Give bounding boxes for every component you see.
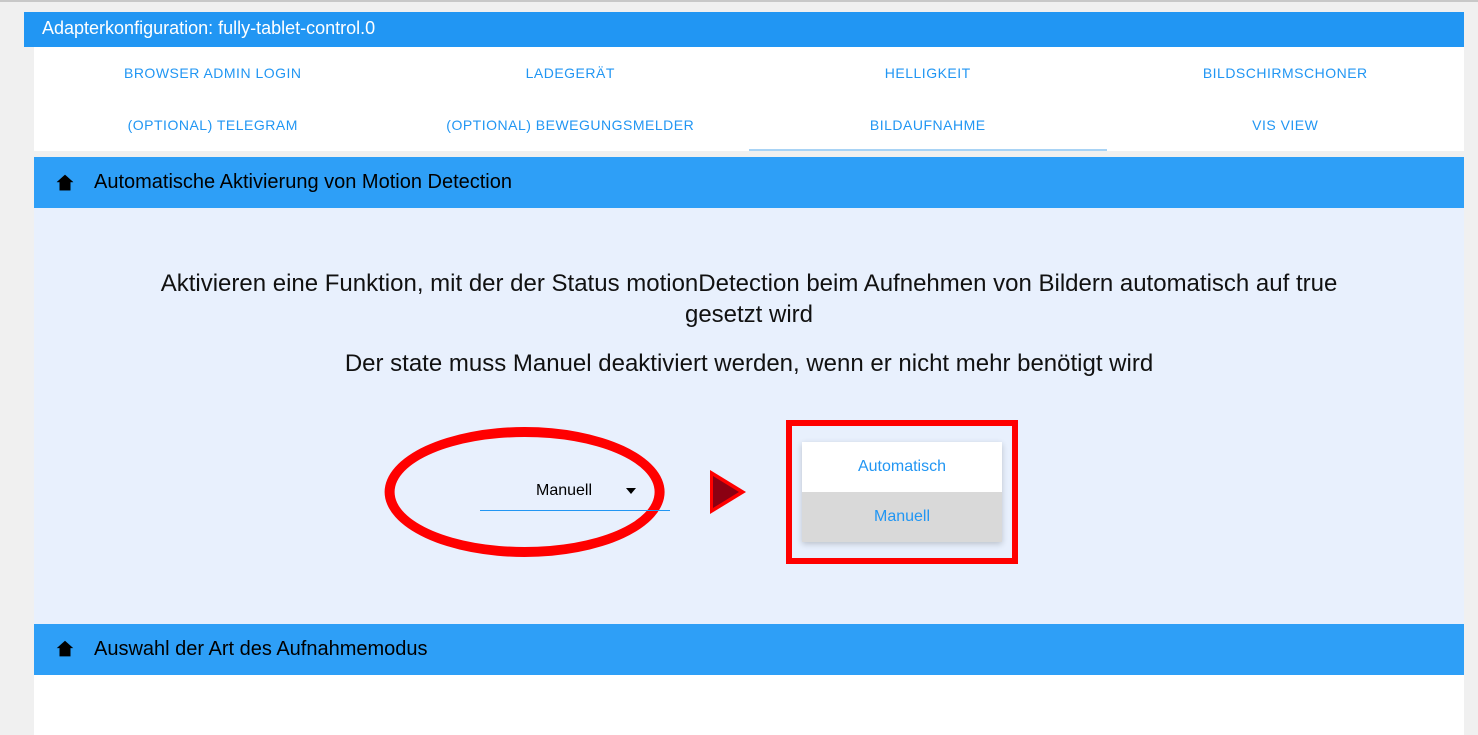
home-icon — [54, 172, 76, 194]
mode-select-value: Manuell — [536, 482, 592, 499]
section-body-motion: Aktivieren eine Funktion, mit der der St… — [34, 208, 1464, 624]
section-title-aufnahmemodus: Auswahl der Art des Aufnahmemodus — [94, 638, 428, 661]
tab-bildschirmschoner[interactable]: BILDSCHIRMSCHONER — [1107, 47, 1465, 99]
tab-optional-bewegungsmelder[interactable]: (OPTIONAL) BEWEGUNGSMELDER — [392, 99, 750, 151]
option-automatisch[interactable]: Automatisch — [802, 442, 1002, 492]
section-motion-detection: Automatische Aktivierung von Motion Dete… — [34, 157, 1464, 624]
option-manuell[interactable]: Manuell — [802, 492, 1002, 542]
section-title-motion: Automatische Aktivierung von Motion Dete… — [94, 171, 512, 194]
tab-ladegeraet[interactable]: LADEGERÄT — [392, 47, 750, 99]
tabs-row-2: (OPTIONAL) TELEGRAM (OPTIONAL) BEWEGUNGS… — [34, 99, 1464, 151]
tab-optional-telegram[interactable]: (OPTIONAL) TELEGRAM — [34, 99, 392, 151]
mode-select-wrap: Manuell — [480, 472, 670, 511]
section-header-motion[interactable]: Automatische Aktivierung von Motion Dete… — [34, 157, 1464, 208]
tab-helligkeit[interactable]: HELLIGKEIT — [749, 47, 1107, 99]
chevron-down-icon — [626, 488, 636, 494]
tab-browser-admin-login[interactable]: BROWSER ADMIN LOGIN — [34, 47, 392, 99]
control-row: Manuell Automatisch Manuell — [74, 420, 1424, 564]
section-body-aufnahmemodus — [34, 675, 1464, 735]
config-title-bar: Adapterkonfiguration: fully-tablet-contr… — [24, 12, 1464, 47]
mode-select[interactable]: Manuell — [480, 472, 670, 511]
section-header-aufnahmemodus[interactable]: Auswahl der Art des Aufnahmemodus — [34, 624, 1464, 675]
description-line-1: Aktivieren eine Funktion, mit der der St… — [149, 268, 1349, 330]
tabs-container: BROWSER ADMIN LOGIN LADEGERÄT HELLIGKEIT… — [34, 47, 1464, 151]
mode-dropdown-popup: Automatisch Manuell — [802, 442, 1002, 542]
highlight-box: Automatisch Manuell — [786, 420, 1018, 564]
description-line-2: Der state muss Manuel deaktiviert werden… — [149, 348, 1349, 379]
tabs-row-1: BROWSER ADMIN LOGIN LADEGERÄT HELLIGKEIT… — [34, 47, 1464, 99]
home-icon — [54, 638, 76, 660]
config-title: Adapterkonfiguration: fully-tablet-contr… — [42, 18, 375, 38]
arrow-right-icon — [710, 470, 746, 514]
tab-bildaufnahme[interactable]: BILDAUFNAHME — [749, 99, 1107, 151]
tab-vis-view[interactable]: VIS VIEW — [1107, 99, 1465, 151]
